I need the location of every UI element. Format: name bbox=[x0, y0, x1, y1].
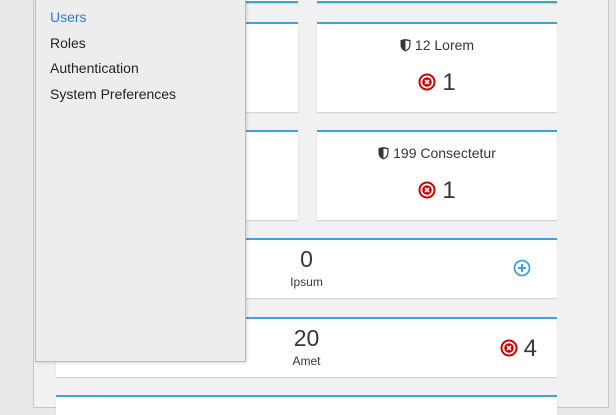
shield-icon bbox=[378, 147, 389, 160]
card-title-text: Consectetur bbox=[420, 145, 496, 161]
menu-item-system-preferences[interactable]: System Preferences bbox=[50, 86, 176, 102]
menu-item-authentication[interactable]: Authentication bbox=[50, 60, 139, 76]
error-count: 4 bbox=[523, 335, 537, 362]
dropdown-menu: Users Roles Authentication System Prefer… bbox=[35, 0, 246, 362]
card-title-count: 199 bbox=[393, 145, 417, 161]
card-bottom bbox=[56, 395, 557, 415]
card-title: 199 Consectetur bbox=[317, 145, 557, 161]
add-button[interactable] bbox=[513, 259, 531, 277]
error-circle-icon bbox=[418, 181, 436, 199]
status-card-lorem[interactable]: 12 Lorem 1 bbox=[317, 22, 557, 112]
error-status[interactable]: 1 bbox=[317, 177, 557, 205]
error-circle-icon bbox=[418, 73, 436, 91]
card-title-count: 12 bbox=[414, 37, 431, 53]
error-circle-icon bbox=[500, 339, 518, 357]
menu-item-users[interactable]: Users bbox=[50, 9, 87, 25]
error-status[interactable]: 1 bbox=[317, 69, 557, 97]
add-circle-icon bbox=[513, 259, 531, 277]
status-card-consectetur[interactable]: 199 Consectetur 1 bbox=[317, 130, 557, 220]
menu-item-roles[interactable]: Roles bbox=[50, 35, 86, 51]
error-status[interactable]: 4 bbox=[500, 335, 537, 363]
error-count: 1 bbox=[442, 177, 456, 204]
error-count: 1 bbox=[442, 69, 456, 96]
card-top-right bbox=[317, 0, 557, 3]
card-title-text: Lorem bbox=[434, 37, 475, 53]
shield-icon bbox=[400, 39, 411, 52]
card-title: 12 Lorem bbox=[317, 37, 557, 53]
